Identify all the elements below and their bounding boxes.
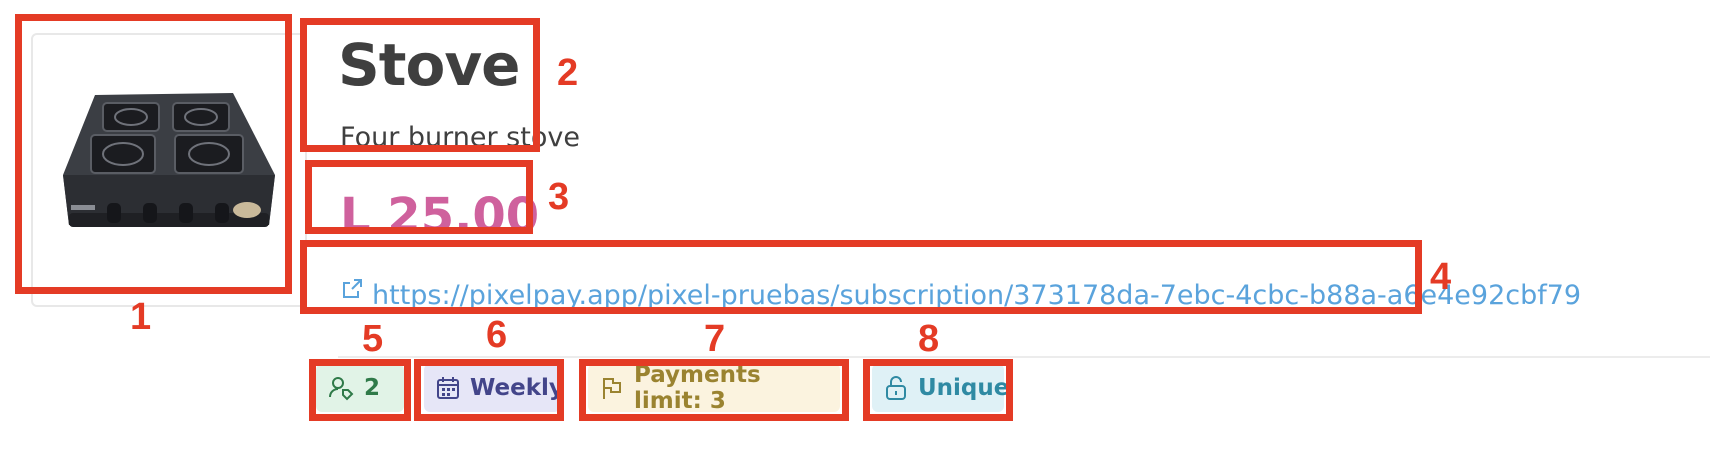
callout-4: 4: [1430, 256, 1452, 298]
annotation-box-8: [863, 359, 1013, 421]
annotation-box-3: [305, 160, 533, 234]
callout-1: 1: [130, 296, 152, 338]
callout-8: 8: [918, 318, 940, 360]
annotation-box-2: [300, 18, 540, 152]
annotation-box-4: [300, 240, 1422, 314]
divider: [338, 356, 1710, 358]
callout-7: 7: [704, 318, 726, 360]
callout-3: 3: [548, 176, 570, 218]
annotation-box-1: [15, 14, 292, 294]
callout-6: 6: [486, 314, 508, 356]
annotation-box-7: [579, 359, 849, 421]
annotation-box-5: [309, 359, 411, 421]
callout-2: 2: [557, 52, 579, 94]
callout-5: 5: [362, 318, 384, 360]
annotation-box-6: [414, 359, 564, 421]
